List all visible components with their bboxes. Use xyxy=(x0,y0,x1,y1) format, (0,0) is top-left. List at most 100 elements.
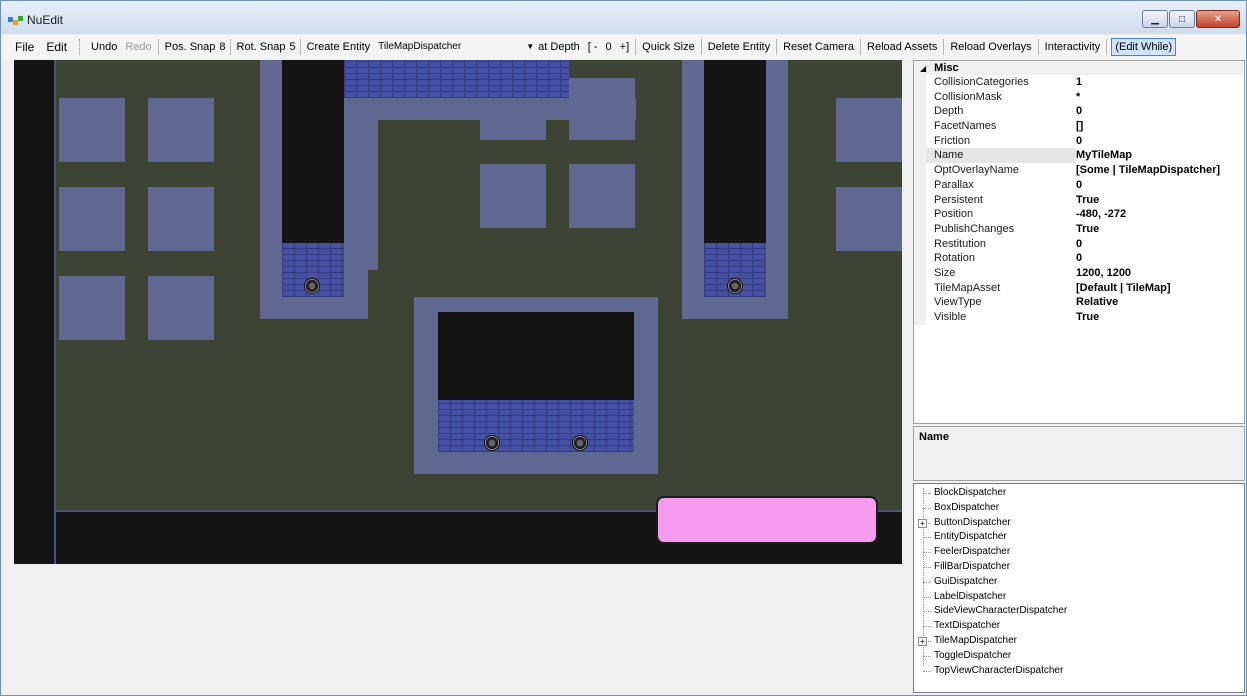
depth-input[interactable]: 0 xyxy=(602,41,616,53)
property-name[interactable]: FacetNames xyxy=(926,119,1076,134)
expand-plus-icon[interactable]: + xyxy=(918,636,927,646)
tree-node[interactable]: SideViewCharacterDispatcher xyxy=(914,604,1244,619)
property-name[interactable]: Friction xyxy=(926,134,1076,149)
tree-node-label[interactable]: ButtonDispatcher xyxy=(934,517,1011,528)
property-row[interactable]: OptOverlayName [Some | TileMapDispatcher] xyxy=(914,163,1244,178)
dispatcher-tree[interactable]: BlockDispatcher BoxDispatcher + ButtonDispa… xyxy=(913,483,1245,693)
tree-node-label[interactable]: BoxDispatcher xyxy=(934,502,999,513)
property-row[interactable]: CollisionCategories 1 xyxy=(914,75,1244,90)
property-value[interactable]: 0 xyxy=(1076,178,1082,193)
property-row[interactable]: Size 1200, 1200 xyxy=(914,265,1244,281)
property-row[interactable]: CollisionMask * xyxy=(914,89,1244,105)
tree-node-label[interactable]: SideViewCharacterDispatcher xyxy=(934,605,1067,616)
redo-button[interactable]: Redo xyxy=(121,41,155,53)
collapse-triangle-icon[interactable]: ◢ xyxy=(920,64,926,73)
tree-node[interactable]: FillBarDispatcher xyxy=(914,560,1244,575)
close-button[interactable]: ✕ xyxy=(1196,10,1240,28)
edit-while-toggle[interactable]: (Edit While) xyxy=(1111,38,1177,56)
tree-node[interactable]: TopViewCharacterDispatcher xyxy=(914,664,1244,679)
property-name[interactable]: TileMapAsset xyxy=(926,281,1076,296)
property-value[interactable]: MyTileMap xyxy=(1076,148,1132,163)
property-row[interactable]: Friction 0 xyxy=(914,133,1244,149)
property-name[interactable]: Depth xyxy=(926,104,1076,119)
property-name[interactable]: Restitution xyxy=(926,237,1076,252)
depth-increment-button[interactable]: +] xyxy=(616,41,633,53)
undo-button[interactable]: Undo xyxy=(87,41,121,53)
minimize-button[interactable]: ▁ xyxy=(1142,10,1168,28)
property-name[interactable]: Size xyxy=(926,266,1076,281)
tree-node[interactable]: BoxDispatcher xyxy=(914,501,1244,516)
category-misc[interactable]: ◢ Misc xyxy=(914,61,1244,75)
tree-node[interactable]: TextDispatcher xyxy=(914,619,1244,634)
property-name[interactable]: CollisionCategories xyxy=(926,75,1076,90)
property-value[interactable]: 0 xyxy=(1076,251,1082,266)
interactivity-button[interactable]: Interactivity xyxy=(1041,41,1105,53)
property-value[interactable]: True xyxy=(1076,222,1099,237)
expand-plus-icon[interactable]: + xyxy=(918,518,927,528)
tree-node[interactable]: FeelerDispatcher xyxy=(914,545,1244,560)
tree-node-label[interactable]: GuiDispatcher xyxy=(934,576,997,587)
tree-node-label[interactable]: EntityDispatcher xyxy=(934,531,1007,542)
property-value[interactable]: True xyxy=(1076,193,1099,208)
property-name[interactable]: PublishChanges xyxy=(926,222,1076,237)
pos-snap-input[interactable]: 8 xyxy=(219,41,227,53)
property-row[interactable]: Persistent True xyxy=(914,192,1244,208)
property-row[interactable]: TileMapAsset [Default | TileMap] xyxy=(914,280,1244,296)
property-value[interactable]: True xyxy=(1076,310,1099,325)
create-entity-button[interactable]: Create Entity xyxy=(303,41,375,53)
property-row[interactable]: Parallax 0 xyxy=(914,177,1244,193)
menu-edit[interactable]: Edit xyxy=(40,40,73,54)
tree-node-label[interactable]: BlockDispatcher xyxy=(934,487,1006,498)
property-name[interactable]: Persistent xyxy=(926,193,1076,208)
quick-size-button[interactable]: Quick Size xyxy=(638,41,699,53)
property-name[interactable]: Visible xyxy=(926,310,1076,325)
property-row[interactable]: Name MyTileMap xyxy=(914,148,1244,164)
property-value[interactable]: [Default | TileMap] xyxy=(1076,281,1171,296)
property-value[interactable]: 1200, 1200 xyxy=(1076,266,1131,281)
tree-node[interactable]: + ButtonDispatcher xyxy=(914,516,1244,531)
property-value[interactable]: Relative xyxy=(1076,295,1118,310)
toolbar-grip[interactable] xyxy=(79,39,83,55)
property-value[interactable]: [Some | TileMapDispatcher] xyxy=(1076,163,1220,178)
property-row[interactable]: Position -480, -272 xyxy=(914,207,1244,222)
property-row[interactable]: Restitution 0 xyxy=(914,236,1244,252)
menu-file[interactable]: File xyxy=(9,40,40,54)
reload-overlays-button[interactable]: Reload Overlays xyxy=(946,41,1035,53)
reset-camera-button[interactable]: Reset Camera xyxy=(779,41,858,53)
property-value[interactable]: 1 xyxy=(1076,75,1082,90)
tree-node[interactable]: + TileMapDispatcher xyxy=(914,634,1244,649)
property-row[interactable]: Visible True xyxy=(914,310,1244,325)
property-name[interactable]: Parallax xyxy=(926,178,1076,193)
rot-snap-input[interactable]: 5 xyxy=(289,41,297,53)
tree-node-label[interactable]: TextDispatcher xyxy=(934,620,1000,631)
property-row[interactable]: FacetNames[] xyxy=(914,119,1244,134)
property-value[interactable]: 0 xyxy=(1076,104,1082,119)
property-value[interactable]: [] xyxy=(1076,119,1083,134)
game-viewport[interactable] xyxy=(14,60,902,564)
property-value[interactable]: -480, -272 xyxy=(1076,207,1126,222)
property-value[interactable]: 0 xyxy=(1076,237,1082,252)
property-name[interactable]: CollisionMask xyxy=(926,90,1076,105)
maximize-button[interactable]: □ xyxy=(1169,10,1195,28)
tree-node[interactable]: LabelDispatcher xyxy=(914,590,1244,605)
tree-node-label[interactable]: ToggleDispatcher xyxy=(934,650,1011,661)
property-value[interactable]: * xyxy=(1076,90,1080,105)
tree-node[interactable]: EntityDispatcher xyxy=(914,530,1244,545)
entity-dispatcher-combo[interactable]: TileMapDispatcher ▼ xyxy=(374,39,535,55)
property-name[interactable]: ViewType xyxy=(926,295,1076,310)
property-row[interactable]: PublishChanges True xyxy=(914,221,1244,237)
property-row[interactable]: Rotation 0 xyxy=(914,251,1244,266)
tree-node-label[interactable]: FeelerDispatcher xyxy=(934,546,1010,557)
property-value[interactable]: 0 xyxy=(1076,134,1082,149)
property-row[interactable]: Depth 0 xyxy=(914,104,1244,120)
property-name[interactable]: Position xyxy=(926,207,1076,222)
tree-node-label[interactable]: TileMapDispatcher xyxy=(934,635,1017,646)
property-row[interactable]: ViewType Relative xyxy=(914,295,1244,310)
property-grid[interactable]: ◢ Misc CollisionCategories 1 CollisionMask *… xyxy=(913,60,1245,424)
depth-decrement-button[interactable]: [ - xyxy=(584,41,602,53)
reload-assets-button[interactable]: Reload Assets xyxy=(863,41,941,53)
property-name[interactable]: Rotation xyxy=(926,251,1076,266)
tree-node[interactable]: GuiDispatcher xyxy=(914,575,1244,590)
property-name[interactable]: OptOverlayName xyxy=(926,163,1076,178)
selected-entity-box[interactable] xyxy=(656,496,878,544)
